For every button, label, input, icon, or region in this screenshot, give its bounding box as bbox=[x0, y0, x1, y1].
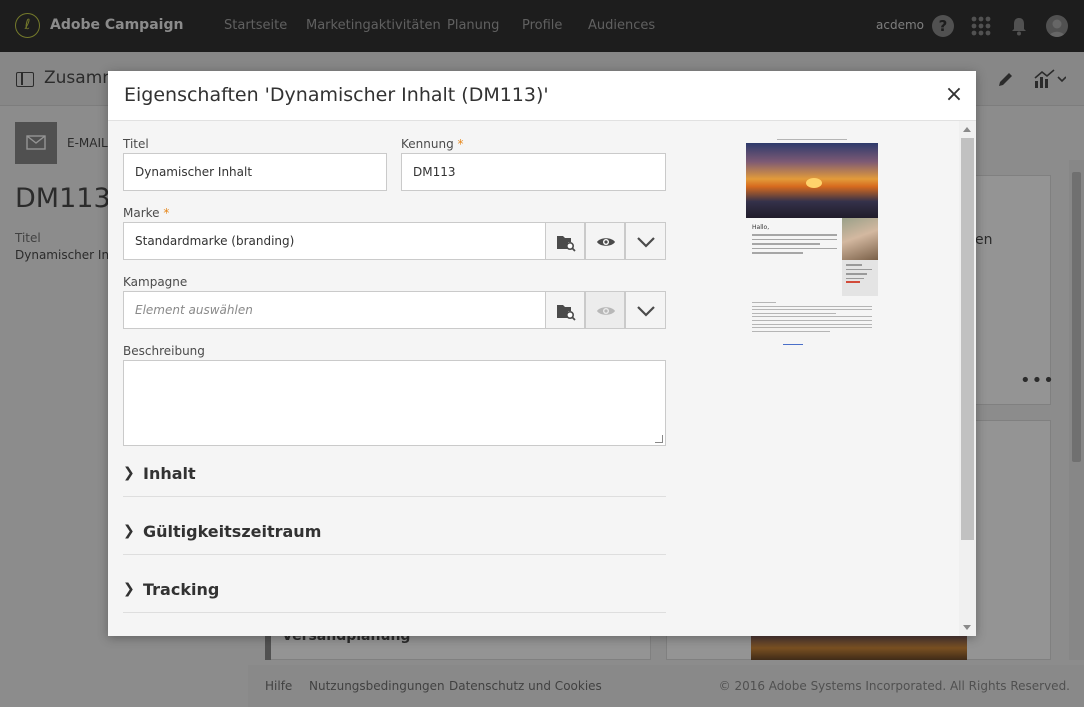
preview-greeting: Hallo, bbox=[752, 224, 770, 231]
required-marker: * bbox=[457, 137, 464, 151]
required-marker: * bbox=[163, 206, 170, 220]
scroll-up-arrow-icon[interactable] bbox=[963, 127, 971, 132]
browse-folder-button[interactable] bbox=[545, 222, 585, 260]
kennung-label: Kennung * bbox=[401, 137, 464, 151]
dialog-title: Eigenschaften 'Dynamischer Inhalt (DM113… bbox=[124, 84, 549, 106]
preview-footer-text bbox=[752, 302, 872, 334]
dropdown-button[interactable] bbox=[625, 291, 666, 329]
section-inhalt[interactable]: ❯ Inhalt bbox=[123, 453, 666, 497]
section-tracking[interactable]: ❯ Tracking bbox=[123, 569, 666, 613]
section-label: Tracking bbox=[143, 580, 220, 599]
beschreibung-textarea[interactable] bbox=[123, 360, 666, 446]
resize-grip-icon[interactable] bbox=[655, 435, 663, 443]
kampagne-label: Kampagne bbox=[123, 275, 188, 289]
folder-search-icon bbox=[557, 305, 576, 321]
marke-label: Marke * bbox=[123, 206, 170, 220]
beschreibung-label: Beschreibung bbox=[123, 344, 205, 358]
browse-folder-button[interactable] bbox=[545, 291, 585, 329]
kampagne-placeholder: Element auswählen bbox=[135, 303, 253, 317]
kennung-input[interactable]: DM113 bbox=[401, 153, 666, 191]
preview-header-line bbox=[777, 139, 847, 140]
folder-search-icon bbox=[557, 236, 576, 252]
eye-icon bbox=[597, 307, 615, 315]
dropdown-button[interactable] bbox=[625, 222, 666, 260]
section-label: Gültigkeitszeitraum bbox=[143, 522, 322, 541]
section-gueltigkeitszeitraum[interactable]: ❯ Gültigkeitszeitraum bbox=[123, 511, 666, 555]
chevron-down-icon bbox=[637, 237, 655, 248]
dialog-header: Eigenschaften 'Dynamischer Inhalt (DM113… bbox=[108, 71, 976, 121]
chevron-right-icon: ❯ bbox=[123, 523, 135, 539]
properties-dialog: Eigenschaften 'Dynamischer Inhalt (DM113… bbox=[108, 71, 976, 636]
chevron-right-icon: ❯ bbox=[123, 581, 135, 597]
chevron-right-icon: ❯ bbox=[123, 465, 135, 481]
section-label: Inhalt bbox=[143, 464, 196, 483]
preview-side-link bbox=[846, 281, 860, 283]
chevron-down-icon bbox=[637, 306, 655, 317]
titel-input[interactable]: Dynamischer Inhalt bbox=[123, 153, 387, 191]
dialog-scrollbar[interactable] bbox=[959, 121, 976, 636]
dialog-scrollbar-thumb[interactable] bbox=[961, 138, 974, 540]
preview-body-text bbox=[752, 234, 837, 257]
preview-hero-image bbox=[746, 143, 878, 218]
preview-side-photo bbox=[842, 218, 878, 260]
eye-icon bbox=[597, 238, 615, 246]
marke-input[interactable]: Standardmarke (branding) bbox=[123, 222, 547, 260]
preview-side-text bbox=[846, 264, 872, 282]
scroll-down-arrow-icon[interactable] bbox=[963, 625, 971, 630]
preview-button[interactable] bbox=[585, 222, 625, 260]
preview-button-disabled bbox=[585, 291, 625, 329]
preview-footer-link bbox=[783, 344, 803, 345]
email-content-preview[interactable]: Hallo, bbox=[745, 137, 879, 347]
close-icon[interactable]: × bbox=[944, 84, 964, 106]
kampagne-input[interactable]: Element auswählen bbox=[123, 291, 547, 329]
titel-label: Titel bbox=[123, 137, 149, 151]
